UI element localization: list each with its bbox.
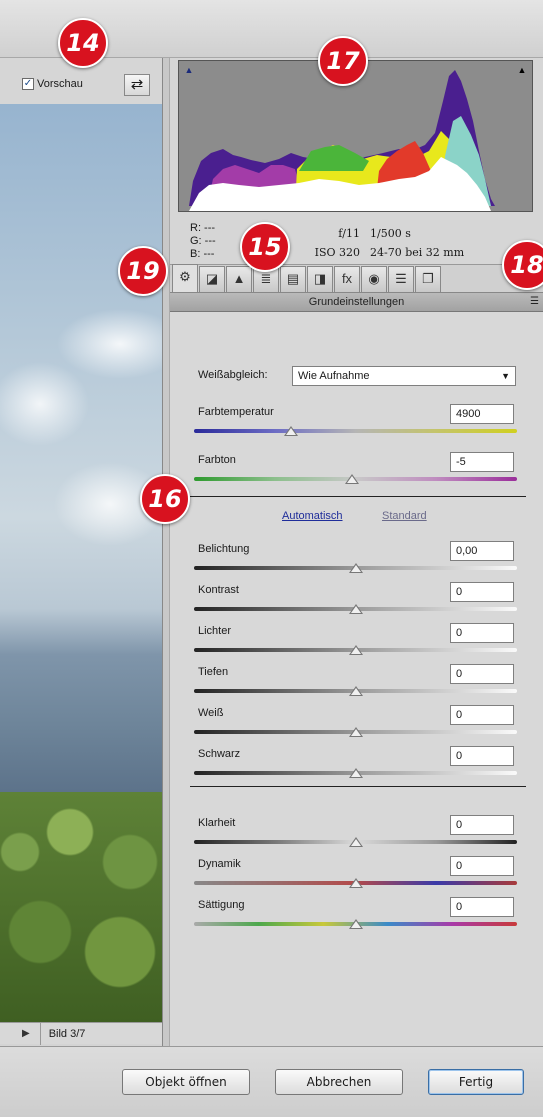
color-temperature-slider-track[interactable] bbox=[194, 429, 517, 433]
next-image-icon[interactable]: ▶ bbox=[22, 1028, 30, 1039]
highlights-slider-thumb[interactable] bbox=[348, 645, 363, 655]
image-preview[interactable] bbox=[0, 104, 162, 1022]
preview-checkbox[interactable]: ✓ Vorschau bbox=[22, 78, 83, 90]
photo-foreground-trees bbox=[0, 792, 162, 1022]
cancel-button[interactable]: Abbrechen bbox=[275, 1069, 403, 1095]
r-value: R: --- bbox=[190, 222, 216, 234]
tab-effects[interactable]: fx bbox=[334, 266, 360, 292]
whites-slider-thumb[interactable] bbox=[348, 727, 363, 737]
clarity-label: Klarheit bbox=[198, 817, 236, 829]
panel-title: Grundeinstellungen bbox=[308, 296, 405, 308]
shadows-slider-thumb[interactable] bbox=[348, 686, 363, 696]
tint-label: Farbton bbox=[198, 454, 236, 466]
tab-snapshots[interactable]: ❐ bbox=[415, 266, 441, 292]
clarity-slider-thumb[interactable] bbox=[348, 837, 363, 847]
panel-splitter[interactable] bbox=[162, 58, 170, 1046]
vibrance-slider-thumb[interactable] bbox=[348, 878, 363, 888]
image-navigation-bar: ▶ Bild 3/7 bbox=[0, 1022, 162, 1045]
shadows-label: Tiefen bbox=[198, 666, 229, 678]
tint-value-field[interactable]: -5 bbox=[450, 452, 514, 472]
section-divider bbox=[190, 496, 526, 497]
whites-label: Weiß bbox=[198, 707, 224, 719]
histogram-green bbox=[299, 145, 369, 171]
tab-camera-calibration[interactable]: ◉ bbox=[361, 266, 387, 292]
tab-basic[interactable]: ⚙ bbox=[172, 264, 198, 292]
basic-adjustments-panel: Weißabgleich: Wie Aufnahme ▼ Automatisch… bbox=[170, 312, 543, 1046]
whites-value-field[interactable]: 0 bbox=[450, 705, 514, 725]
lens-info: 24-70 bei 32 mm bbox=[370, 246, 465, 259]
white-balance-select[interactable]: Wie Aufnahme ▼ bbox=[292, 366, 516, 386]
contrast-label: Kontrast bbox=[198, 584, 239, 596]
tab-tone-curve[interactable]: ◪ bbox=[199, 266, 225, 292]
iso: ISO 320 bbox=[314, 246, 360, 259]
dialog-footer: Objekt öffnen Abbrechen Fertig bbox=[0, 1046, 543, 1117]
panel-menu-icon[interactable]: ☰ bbox=[530, 293, 539, 311]
preview-label: Vorschau bbox=[37, 78, 83, 90]
section-divider bbox=[190, 786, 526, 787]
exif-info: f/11 1/500 s ISO 320 24-70 bei 32 mm bbox=[298, 224, 465, 262]
callout-17: 17 bbox=[318, 36, 368, 86]
histogram: ▲ ▲ bbox=[178, 60, 533, 212]
rgb-readout: R: --- G: --- B: --- bbox=[190, 222, 216, 261]
auto-link[interactable]: Automatisch bbox=[282, 510, 343, 522]
histogram-panel: ▲ ▲ R: --- G: --- B: --- f/11 1/500 s ISO… bbox=[170, 58, 543, 264]
white-balance-value: Wie Aufnahme bbox=[298, 370, 370, 382]
swap-arrows-icon: ⇄ bbox=[130, 76, 144, 93]
swap-view-button[interactable]: ⇄ bbox=[124, 74, 150, 96]
callout-14: 14 bbox=[58, 18, 108, 68]
saturation-slider-thumb[interactable] bbox=[348, 919, 363, 929]
image-counter: Bild 3/7 bbox=[39, 1022, 150, 1045]
tint-slider-thumb[interactable] bbox=[345, 474, 360, 484]
contrast-slider-thumb[interactable] bbox=[348, 604, 363, 614]
open-object-button[interactable]: Objekt öffnen bbox=[122, 1069, 250, 1095]
checkbox-box[interactable]: ✓ bbox=[22, 78, 34, 90]
panel-tabs: ⚙ ◪ ▲ ≣ ▤ ◨ fx ◉ ☰ ❐ bbox=[170, 264, 543, 292]
done-button[interactable]: Fertig bbox=[428, 1069, 524, 1095]
chevron-down-icon: ▼ bbox=[501, 371, 510, 381]
white-balance-label: Weißabgleich: bbox=[198, 369, 268, 381]
color-temperature-label: Farbtemperatur bbox=[198, 406, 274, 418]
callout-19: 19 bbox=[118, 246, 168, 296]
saturation-value-field[interactable]: 0 bbox=[450, 897, 514, 917]
color-temperature-value-field[interactable]: 4900 bbox=[450, 404, 514, 424]
vibrance-value-field[interactable]: 0 bbox=[450, 856, 514, 876]
b-value: B: --- bbox=[190, 248, 215, 260]
contrast-value-field[interactable]: 0 bbox=[450, 582, 514, 602]
shutter-speed: 1/500 s bbox=[370, 227, 411, 240]
shadow-clipping-icon[interactable]: ▲ bbox=[183, 65, 195, 75]
tab-presets[interactable]: ☰ bbox=[388, 266, 414, 292]
blacks-value-field[interactable]: 0 bbox=[450, 746, 514, 766]
exposure-slider-thumb[interactable] bbox=[348, 563, 363, 573]
exposure-label: Belichtung bbox=[198, 543, 250, 555]
aperture: f/11 bbox=[338, 227, 360, 240]
tab-detail[interactable]: ▲ bbox=[226, 266, 252, 292]
g-value: G: --- bbox=[190, 235, 216, 247]
tab-split-toning[interactable]: ▤ bbox=[280, 266, 306, 292]
exposure-value-field[interactable]: 0,00 bbox=[450, 541, 514, 561]
callout-15: 15 bbox=[240, 222, 290, 272]
saturation-label: Sättigung bbox=[198, 899, 245, 911]
highlights-value-field[interactable]: 0 bbox=[450, 623, 514, 643]
vibrance-label: Dynamik bbox=[198, 858, 241, 870]
blacks-label: Schwarz bbox=[198, 748, 241, 760]
panel-header: Grundeinstellungen ☰ bbox=[170, 292, 543, 312]
histogram-graph bbox=[189, 70, 495, 211]
default-link[interactable]: Standard bbox=[382, 510, 427, 522]
shadows-value-field[interactable]: 0 bbox=[450, 664, 514, 684]
highlights-label: Lichter bbox=[198, 625, 232, 637]
tab-lens-corrections[interactable]: ◨ bbox=[307, 266, 333, 292]
color-temperature-slider-thumb[interactable] bbox=[283, 426, 298, 436]
blacks-slider-thumb[interactable] bbox=[348, 768, 363, 778]
callout-16: 16 bbox=[140, 474, 190, 524]
highlight-clipping-icon[interactable]: ▲ bbox=[516, 65, 528, 75]
clarity-value-field[interactable]: 0 bbox=[450, 815, 514, 835]
